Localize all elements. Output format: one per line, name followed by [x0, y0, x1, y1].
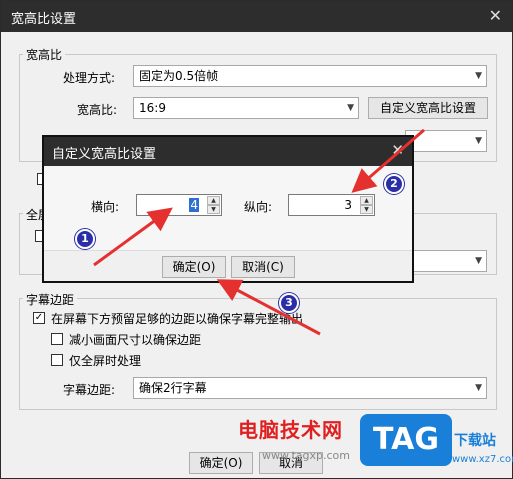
ratio-label: 宽高比: [77, 103, 118, 117]
step-marker-3: 3 [279, 293, 299, 313]
aspect-group-label: 宽高比 [23, 46, 66, 63]
margin-select-value: 确保2行字幕 [139, 381, 207, 395]
custom-ratio-dialog: 自定义宽高比设置 ✕ 横向: 4 ▲ ▼ 纵向: 3 ▲ ▼ 确定(O) 取消(… [42, 135, 414, 283]
dialog-title: 自定义宽高比设置 [52, 147, 157, 162]
fullscreen-only-checkbox[interactable] [51, 354, 63, 366]
method-label: 处理方式: [63, 71, 116, 85]
window-title: 宽高比设置 [11, 12, 77, 27]
chevron-down-icon: ▼ [475, 71, 482, 81]
chevron-up-icon[interactable]: ▲ [207, 196, 220, 205]
secondary-select[interactable]: ▼ [405, 130, 487, 152]
margin-select[interactable]: 确保2行字幕 ▼ [133, 377, 487, 399]
chevron-down-icon: ▼ [475, 256, 482, 266]
watermark-download: 下载站 [454, 433, 496, 449]
horizontal-stepper[interactable]: ▲ ▼ [207, 196, 220, 214]
ok-button[interactable]: 确定(O) [189, 452, 253, 474]
chevron-up-icon[interactable]: ▲ [360, 196, 373, 205]
dialog-footer: 确定(O) 取消(C) [44, 250, 412, 281]
ratio-select[interactable]: 16:9 ▼ [133, 97, 359, 119]
ratio-select-value: 16:9 [139, 101, 166, 115]
margin-label: 字幕边距: [63, 383, 116, 397]
custom-ratio-button[interactable]: 自定义宽高比设置 [368, 97, 488, 119]
reserve-margin-label: 在屏幕下方预留足够的边距以确保字幕完整输出 [51, 312, 304, 326]
horizontal-value: 4 [189, 198, 199, 212]
fullscreen-only-label: 仅全屏时处理 [69, 354, 142, 368]
shrink-label: 减小画面尺寸以确保边距 [69, 333, 202, 347]
dialog-titlebar: 自定义宽高比设置 ✕ [44, 137, 412, 166]
tag-logo-icon: TAG [360, 414, 452, 466]
step-marker-1: 1 [75, 229, 95, 249]
dialog-cancel-button[interactable]: 取消(C) [231, 256, 295, 278]
subtitle-margin-group-label: 字幕边距 [23, 291, 78, 308]
chevron-down-icon: ▼ [475, 136, 482, 146]
chevron-down-icon[interactable]: ▼ [360, 205, 373, 214]
method-select-value: 固定为0.5倍帧 [139, 69, 219, 83]
watermark-download-url: www.xz7.com [452, 454, 513, 465]
shrink-checkbox[interactable] [51, 333, 63, 345]
close-icon[interactable]: ✕ [391, 141, 404, 159]
method-select[interactable]: 固定为0.5倍帧 ▼ [133, 65, 487, 87]
step-marker-2: 2 [384, 174, 404, 194]
close-icon[interactable]: ✕ [489, 6, 502, 26]
fullscreen-select[interactable]: ▼ [405, 250, 487, 272]
chevron-down-icon: ▼ [347, 103, 354, 113]
dialog-ok-button[interactable]: 确定(O) [162, 256, 226, 278]
chevron-down-icon: ▼ [475, 383, 482, 393]
watermark-site-name: 电脑技术网 [238, 418, 343, 442]
reserve-margin-checkbox[interactable]: ✓ [33, 312, 45, 324]
vertical-spinner[interactable]: 3 ▲ ▼ [288, 194, 375, 216]
window-titlebar: 宽高比设置 ✕ [1, 1, 512, 32]
dialog-body: 横向: 4 ▲ ▼ 纵向: 3 ▲ ▼ [44, 166, 412, 250]
vertical-value: 3 [344, 198, 352, 212]
vertical-label: 纵向: [244, 200, 273, 214]
vertical-stepper[interactable]: ▲ ▼ [360, 196, 373, 214]
watermark-url: www.tagxp.com [262, 449, 350, 462]
horizontal-spinner[interactable]: 4 ▲ ▼ [136, 194, 222, 216]
chevron-down-icon[interactable]: ▼ [207, 205, 220, 214]
horizontal-label: 横向: [91, 200, 120, 214]
